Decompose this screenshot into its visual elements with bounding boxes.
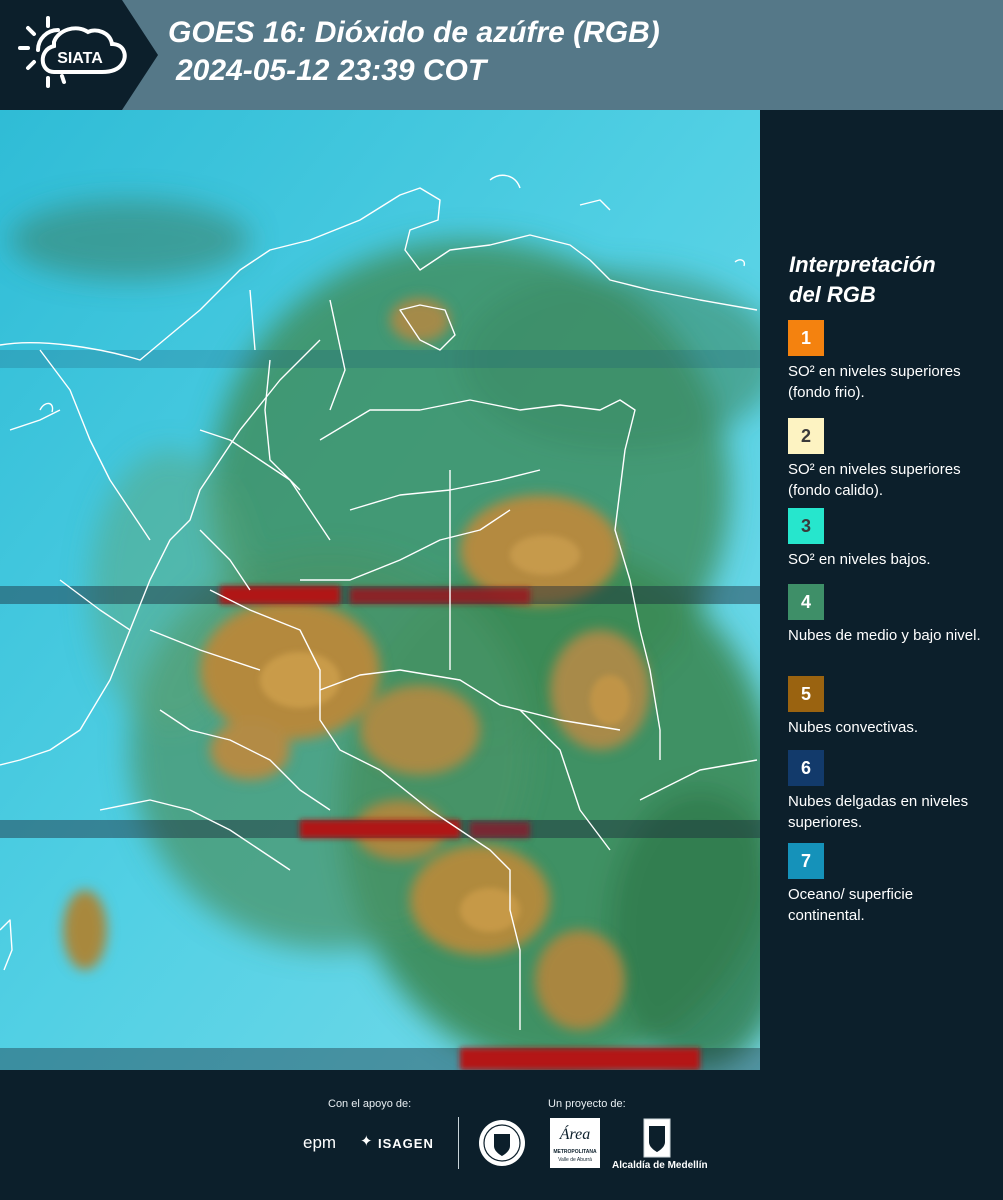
legend-item-7: 7 Oceano/ superficie continental. bbox=[788, 843, 988, 926]
isagen-icon: ✦ bbox=[360, 1133, 373, 1150]
header-bar: SIATA GOES 16: Dióxido de azúfre (RGB) 2… bbox=[0, 0, 1003, 110]
legend-item-4: 4 Nubes de medio y bajo nivel. bbox=[788, 584, 988, 646]
area-logo-line-3: Valle de Aburrá bbox=[558, 1157, 592, 1163]
legend-text-4: Nubes de medio y bajo nivel. bbox=[788, 627, 981, 644]
legend-item-6: 6 Nubes delgadas en niveles superiores. bbox=[788, 750, 988, 833]
legend-swatch-4: 4 bbox=[788, 584, 824, 620]
logo-panel: SIATA bbox=[0, 0, 158, 110]
isagen-logo: ISAGEN bbox=[378, 1136, 434, 1151]
page: SIATA GOES 16: Dióxido de azúfre (RGB) 2… bbox=[0, 0, 1003, 1200]
area-logo-line-1: Área bbox=[559, 1126, 591, 1143]
legend-text-2: SO² en niveles superiores (fondo calido)… bbox=[788, 461, 961, 499]
legend-title-line-1: Interpretación bbox=[789, 252, 936, 277]
legend-item-3: 3 SO² en niveles bajos. bbox=[788, 508, 988, 570]
legend-title: Interpretación del RGB bbox=[789, 250, 936, 310]
legend-swatch-1: 1 bbox=[788, 320, 824, 356]
siata-logo: SIATA bbox=[18, 16, 127, 88]
legend-panel: Interpretación del RGB 1 SO² en niveles … bbox=[776, 110, 1003, 1070]
footer: Con el apoyo de: Un proyecto de: epm ✦ I… bbox=[0, 1070, 1003, 1200]
legend-text-6: Nubes delgadas en niveles superiores. bbox=[788, 793, 969, 831]
title-line-1: GOES 16: Dióxido de azúfre (RGB) bbox=[168, 16, 660, 49]
area-metropolitana-logo: Área METROPOLITANA Valle de Aburrá bbox=[550, 1118, 600, 1168]
area-logo-line-2: METROPOLITANA bbox=[553, 1149, 597, 1155]
legend-swatch-7: 7 bbox=[788, 843, 824, 879]
legend-text-7: Oceano/ superficie continental. bbox=[788, 886, 914, 924]
logo-text: SIATA bbox=[57, 50, 103, 67]
legend-text-5: Nubes convectivas. bbox=[788, 719, 919, 736]
alcaldia-crest-icon bbox=[643, 1118, 671, 1158]
legend-text-3: SO² en niveles bajos. bbox=[788, 551, 931, 568]
medellin-seal-icon bbox=[479, 1120, 525, 1166]
legend-swatch-5: 5 bbox=[788, 676, 824, 712]
footer-divider bbox=[458, 1117, 459, 1169]
legend-item-1: 1 SO² en niveles superiores (fondo frio)… bbox=[788, 320, 988, 403]
legend-text-1: SO² en niveles superiores (fondo frio). bbox=[788, 363, 961, 401]
title-line-2: 2024-05-12 23:39 COT bbox=[176, 54, 487, 87]
satellite-map[interactable] bbox=[0, 110, 760, 1070]
legend-swatch-3: 3 bbox=[788, 508, 824, 544]
legend-swatch-6: 6 bbox=[788, 750, 824, 786]
legend-swatch-2: 2 bbox=[788, 418, 824, 454]
support-label: Con el apoyo de: bbox=[328, 1098, 412, 1110]
project-label: Un proyecto de: bbox=[548, 1098, 626, 1110]
page-title: GOES 16: Dióxido de azúfre (RGB) 2024-05… bbox=[168, 14, 660, 90]
epm-logo: epm bbox=[303, 1133, 337, 1152]
legend-item-2: 2 SO² en niveles superiores (fondo calid… bbox=[788, 418, 988, 501]
legend-item-5: 5 Nubes convectivas. bbox=[788, 676, 988, 738]
alcaldia-label: Alcaldía de Medellín bbox=[612, 1160, 708, 1171]
satellite-image bbox=[0, 110, 760, 1070]
legend-title-line-2: del RGB bbox=[789, 282, 876, 307]
